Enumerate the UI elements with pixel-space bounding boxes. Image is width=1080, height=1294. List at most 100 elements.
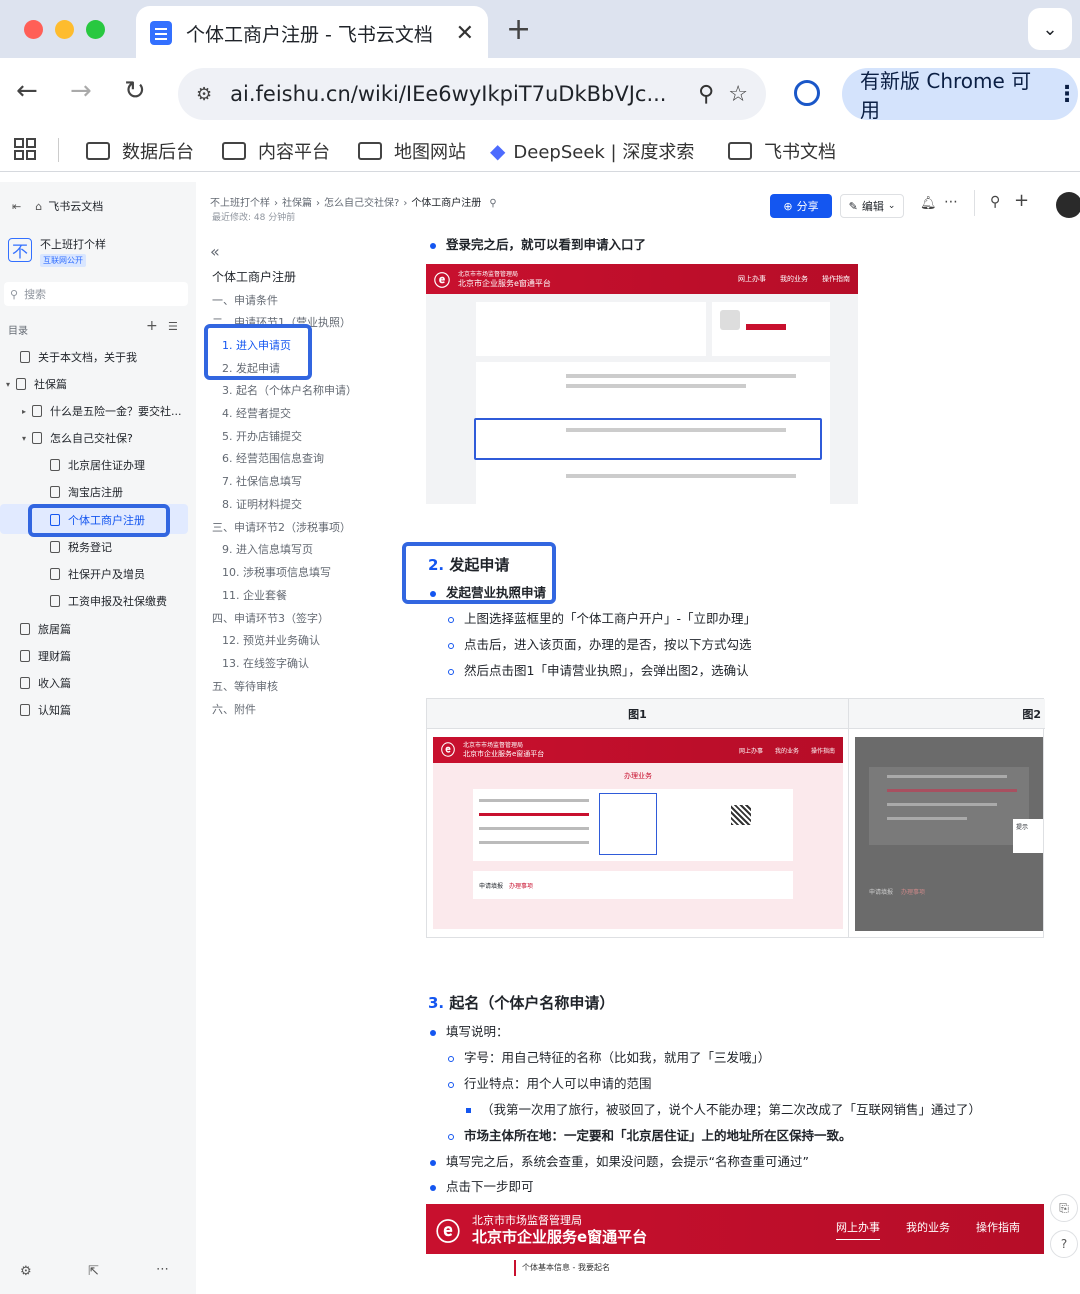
sidebar-item[interactable]: 认知篇 <box>20 702 216 718</box>
bookmark-folder[interactable]: 数据后台 <box>86 138 194 164</box>
back-button[interactable]: ← <box>16 76 38 106</box>
portal-nav: 操作指南 <box>976 1220 1020 1234</box>
outline-item[interactable]: 4. 经营者提交 <box>222 405 291 421</box>
share-out-icon[interactable]: ⇱ <box>88 1264 99 1279</box>
new-tab-button[interactable]: + <box>506 12 531 47</box>
minimize-window-button[interactable] <box>55 20 74 39</box>
sidebar-search-input[interactable]: ⚲ 搜索 <box>4 282 188 306</box>
breadcrumb-item[interactable]: 个体工商户注册 <box>411 198 481 209</box>
more-menu-icon[interactable]: ⋮ <box>1056 82 1078 107</box>
outline-item[interactable]: 一、申请条件 <box>212 292 278 308</box>
settings-gear-icon[interactable]: ⚙ <box>20 1264 32 1279</box>
bookmark-folder[interactable]: 内容平台 <box>222 138 330 164</box>
site-settings-icon[interactable]: ⚙ <box>196 84 212 105</box>
outline-item[interactable]: 6. 经营范围信息查询 <box>222 450 324 466</box>
space-name[interactable]: 不上班打个样 <box>40 236 190 252</box>
forward-button[interactable]: → <box>70 76 92 106</box>
text-line <box>479 813 589 816</box>
user-avatar[interactable] <box>1056 192 1080 218</box>
more-options-icon[interactable]: ⋯ <box>156 1262 169 1277</box>
outline-item[interactable]: 四、申请环节3（签字） <box>212 610 329 626</box>
sidebar-item[interactable]: 理财篇 <box>20 648 216 664</box>
apply-tab: 办理事项 <box>509 882 534 890</box>
bullet-dot <box>448 1055 454 1062</box>
apply-label: 申请填报 <box>479 882 504 890</box>
bookmark-folder[interactable]: 地图网站 <box>358 138 466 164</box>
expand-arrow-icon[interactable]: ▾ <box>22 434 26 443</box>
portal-org: 北京市市场监督管理局 <box>463 742 524 749</box>
portal-logo-icon: ⓔ <box>441 743 455 759</box>
bookmark-label: 内容平台 <box>258 142 330 163</box>
sidebar-item[interactable]: ▾ 怎么自己交社保? <box>22 430 218 446</box>
address-bar[interactable]: ⚙ ai.feishu.cn/wiki/IEe6wyIkpiT7uDkBbVJc… <box>178 68 766 120</box>
section-heading: 2. 发起申请 <box>428 554 509 575</box>
image-table: 图1 图2 ⓔ 北京市市场监督管理局 北京市企业服务e窗通平台 网上办事 我的业… <box>426 698 1045 938</box>
portal-nav: 网上办事 <box>836 1219 880 1240</box>
apps-grid-icon[interactable] <box>14 138 36 160</box>
share-label: 分享 <box>796 200 819 213</box>
sidebar-item[interactable]: 关于本文档，关于我 <box>20 349 216 365</box>
page-icon <box>50 486 60 498</box>
close-tab-icon[interactable]: ✕ <box>456 21 474 46</box>
chrome-update-button[interactable]: 有新版 Chrome 可用 ⋮ <box>842 68 1078 122</box>
close-window-button[interactable] <box>24 20 43 39</box>
bookmark-label: DeepSeek | 深度求索 <box>513 142 695 163</box>
outline-item[interactable]: 六、附件 <box>212 701 256 717</box>
bookmark-star-icon[interactable]: ☆ <box>728 82 748 107</box>
apply-tab: 办理事项 <box>901 889 926 896</box>
highlight-box <box>204 324 312 380</box>
sidebar-item-label: 怎么自己交社保? <box>50 432 133 445</box>
outline-item[interactable]: 12. 预览并业务确认 <box>222 632 320 648</box>
share-button[interactable]: ⊕ 分享 <box>770 194 832 218</box>
tip-dialog: 提示 <box>1013 819 1043 853</box>
search-icon[interactable]: ⚲ <box>990 194 1000 210</box>
reload-button[interactable]: ↻ <box>124 76 146 106</box>
collapse-sidebar-icon[interactable]: ⇤ <box>12 200 21 213</box>
deepseek-whale-icon: ◆ <box>490 139 506 163</box>
tab-search-button[interactable]: ⌄ <box>1028 8 1072 50</box>
outline-item[interactable]: 11. 企业套餐 <box>222 587 287 603</box>
collapse-outline-icon[interactable]: « <box>210 242 220 261</box>
outline-item[interactable]: 13. 在线签字确认 <box>222 655 309 671</box>
maximize-window-button[interactable] <box>86 20 105 39</box>
add-icon[interactable]: + <box>1014 190 1029 211</box>
edit-mode-button[interactable]: ✎ 编辑 ⌄ <box>840 194 904 218</box>
list-options-icon[interactable]: ☰ <box>168 320 178 333</box>
notification-bell-icon[interactable]: 🔔︎ <box>920 196 937 211</box>
sidebar-item[interactable]: ▸ 什么是五险一金？要交社... <box>22 403 218 419</box>
browser-tab-active[interactable]: 个体工商户注册 - 飞书云文档 ✕ <box>136 6 488 60</box>
add-page-icon[interactable]: + <box>146 318 158 334</box>
portal-nav: 网上办事 <box>738 747 763 755</box>
outline-item[interactable]: 10. 涉税事项信息填写 <box>222 564 331 580</box>
bookmark-link[interactable]: ◆ DeepSeek | 深度求索 <box>490 138 694 164</box>
outline-item[interactable]: 3. 起名（个体户名称申请） <box>222 382 357 398</box>
outline-item[interactable]: 8. 证明材料提交 <box>222 496 302 512</box>
bullet-text: 行业特点：用个人可以申请的范围 <box>464 1076 652 1091</box>
collapse-arrow-icon[interactable]: ▸ <box>22 407 26 416</box>
home-link[interactable]: ⇤ ⌂ 飞书云文档 <box>12 198 208 214</box>
space-badge: 互联网公开 <box>40 254 86 267</box>
outline-item[interactable]: 9. 进入信息填写页 <box>222 541 313 557</box>
sidebar-item[interactable]: ▾ 社保篇 <box>6 376 202 392</box>
page-icon <box>20 704 30 716</box>
outline-title[interactable]: 个体工商户注册 <box>212 268 296 285</box>
copy-doc-icon[interactable]: ⎘ <box>1050 1194 1078 1222</box>
zoom-icon[interactable]: ⚲ <box>698 82 714 107</box>
outline-item[interactable]: 5. 开办店铺提交 <box>222 428 302 444</box>
more-icon[interactable]: ⋯ <box>944 194 958 210</box>
avatar <box>720 310 740 330</box>
pin-icon[interactable]: ⚲ <box>489 198 496 209</box>
text-line <box>479 827 589 830</box>
profile-avatar-icon[interactable] <box>794 80 820 106</box>
bookmark-folder[interactable]: 飞书文档 <box>728 138 836 164</box>
sidebar-item-label: 旅居篇 <box>38 623 71 636</box>
sidebar-item[interactable]: 收入篇 <box>20 675 216 691</box>
bullet-dot <box>448 1133 454 1140</box>
sidebar-item[interactable]: 旅居篇 <box>20 621 216 637</box>
bookmark-label: 飞书文档 <box>764 142 836 163</box>
expand-arrow-icon[interactable]: ▾ <box>6 380 10 389</box>
outline-item[interactable]: 7. 社保信息填写 <box>222 473 302 489</box>
help-icon[interactable]: ? <box>1050 1230 1078 1258</box>
outline-item[interactable]: 五、等待审核 <box>212 678 278 694</box>
outline-item[interactable]: 三、申请环节2（涉税事项） <box>212 519 351 535</box>
